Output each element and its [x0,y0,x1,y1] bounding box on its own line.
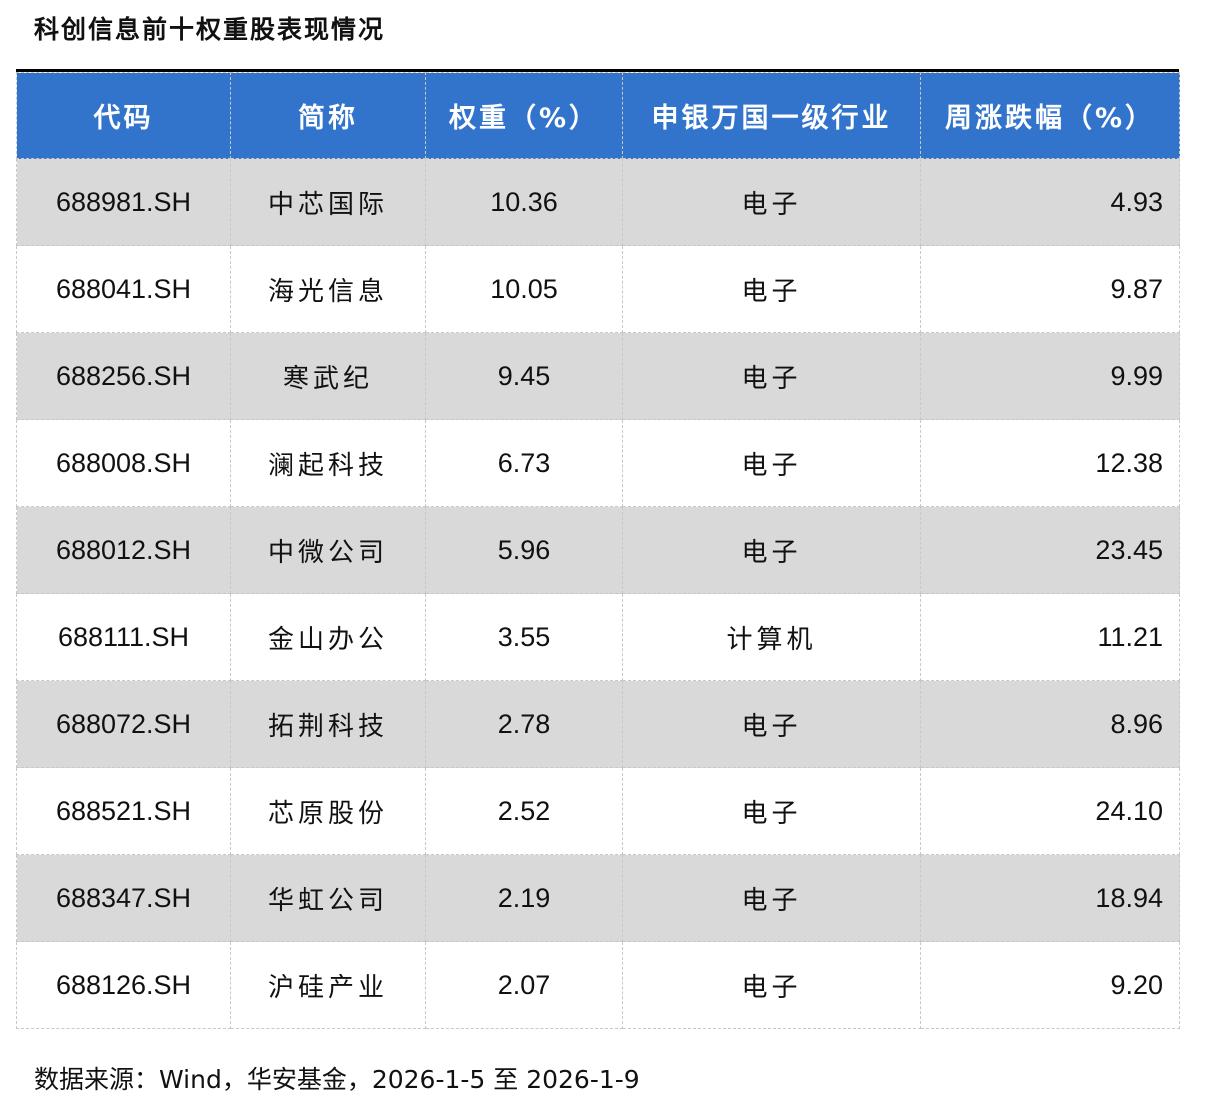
source-note: 数据来源：Wind，华安基金，2026-1-5 至 2026-1-9 [34,1065,640,1094]
cell-code: 688126.SH [16,941,231,1029]
table-row: 688012.SH 中微公司 5.96 电子 23.45 [16,506,1180,594]
cell-code: 688072.SH [16,680,231,768]
cell-industry: 电子 [622,506,921,594]
table-title: 科创信息前十权重股表现情况 [34,15,386,44]
cell-weight: 2.78 [425,680,623,768]
table-row: 688072.SH 拓荆科技 2.78 电子 8.96 [16,680,1180,768]
table-row: 688008.SH 澜起科技 6.73 电子 12.38 [16,419,1180,507]
cell-code: 688012.SH [16,506,231,594]
header-name: 简称 [230,72,426,159]
header-code: 代码 [16,72,231,159]
table-row: 688256.SH 寒武纪 9.45 电子 9.99 [16,332,1180,420]
header-row: 代码 简称 权重（%） 申银万国一级行业 周涨跌幅（%） [16,72,1180,159]
cell-weight: 3.55 [425,593,623,681]
cell-industry: 电子 [622,767,921,855]
cell-weekly-change: 11.21 [920,593,1180,681]
cell-weekly-change: 23.45 [920,506,1180,594]
header-industry: 申银万国一级行业 [622,72,921,159]
cell-name: 海光信息 [230,245,426,333]
cell-weight: 10.36 [425,158,623,246]
cell-weekly-change: 9.20 [920,941,1180,1029]
header-weekly-change: 周涨跌幅（%） [920,72,1180,159]
cell-name: 金山办公 [230,593,426,681]
cell-code: 688111.SH [16,593,231,681]
table-row: 688041.SH 海光信息 10.05 电子 9.87 [16,245,1180,333]
cell-name: 芯原股份 [230,767,426,855]
cell-name: 沪硅产业 [230,941,426,1029]
cell-weekly-change: 12.38 [920,419,1180,507]
cell-weight: 10.05 [425,245,623,333]
table-row: 688111.SH 金山办公 3.55 计算机 11.21 [16,593,1180,681]
cell-weekly-change: 4.93 [920,158,1180,246]
cell-weight: 6.73 [425,419,623,507]
cell-name: 华虹公司 [230,854,426,942]
cell-weekly-change: 9.87 [920,245,1180,333]
cell-name: 中微公司 [230,506,426,594]
cell-code: 688347.SH [16,854,231,942]
cell-industry: 电子 [622,680,921,768]
cell-name: 澜起科技 [230,419,426,507]
cell-weight: 9.45 [425,332,623,420]
cell-industry: 电子 [622,854,921,942]
cell-weekly-change: 9.99 [920,332,1180,420]
table-row: 688347.SH 华虹公司 2.19 电子 18.94 [16,854,1180,942]
header-weight: 权重（%） [425,72,623,159]
cell-weight: 2.07 [425,941,623,1029]
cell-industry: 电子 [622,419,921,507]
cell-industry: 电子 [622,332,921,420]
cell-name: 中芯国际 [230,158,426,246]
cell-weight: 2.19 [425,854,623,942]
cell-name: 寒武纪 [230,332,426,420]
cell-industry: 电子 [622,245,921,333]
cell-industry: 电子 [622,158,921,246]
cell-weight: 5.96 [425,506,623,594]
cell-weight: 2.52 [425,767,623,855]
cell-code: 688041.SH [16,245,231,333]
cell-weekly-change: 8.96 [920,680,1180,768]
cell-industry: 电子 [622,941,921,1029]
cell-weekly-change: 24.10 [920,767,1180,855]
table-row: 688981.SH 中芯国际 10.36 电子 4.93 [16,158,1180,246]
table-row: 688521.SH 芯原股份 2.52 电子 24.10 [16,767,1180,855]
cell-weekly-change: 18.94 [920,854,1180,942]
cell-code: 688981.SH [16,158,231,246]
cell-code: 688521.SH [16,767,231,855]
cell-industry: 计算机 [622,593,921,681]
cell-name: 拓荆科技 [230,680,426,768]
cell-code: 688256.SH [16,332,231,420]
holdings-table: 代码 简称 权重（%） 申银万国一级行业 周涨跌幅（%） 688981.SH 中芯… [16,72,1180,1029]
table-row: 688126.SH 沪硅产业 2.07 电子 9.20 [16,941,1180,1029]
cell-code: 688008.SH [16,419,231,507]
